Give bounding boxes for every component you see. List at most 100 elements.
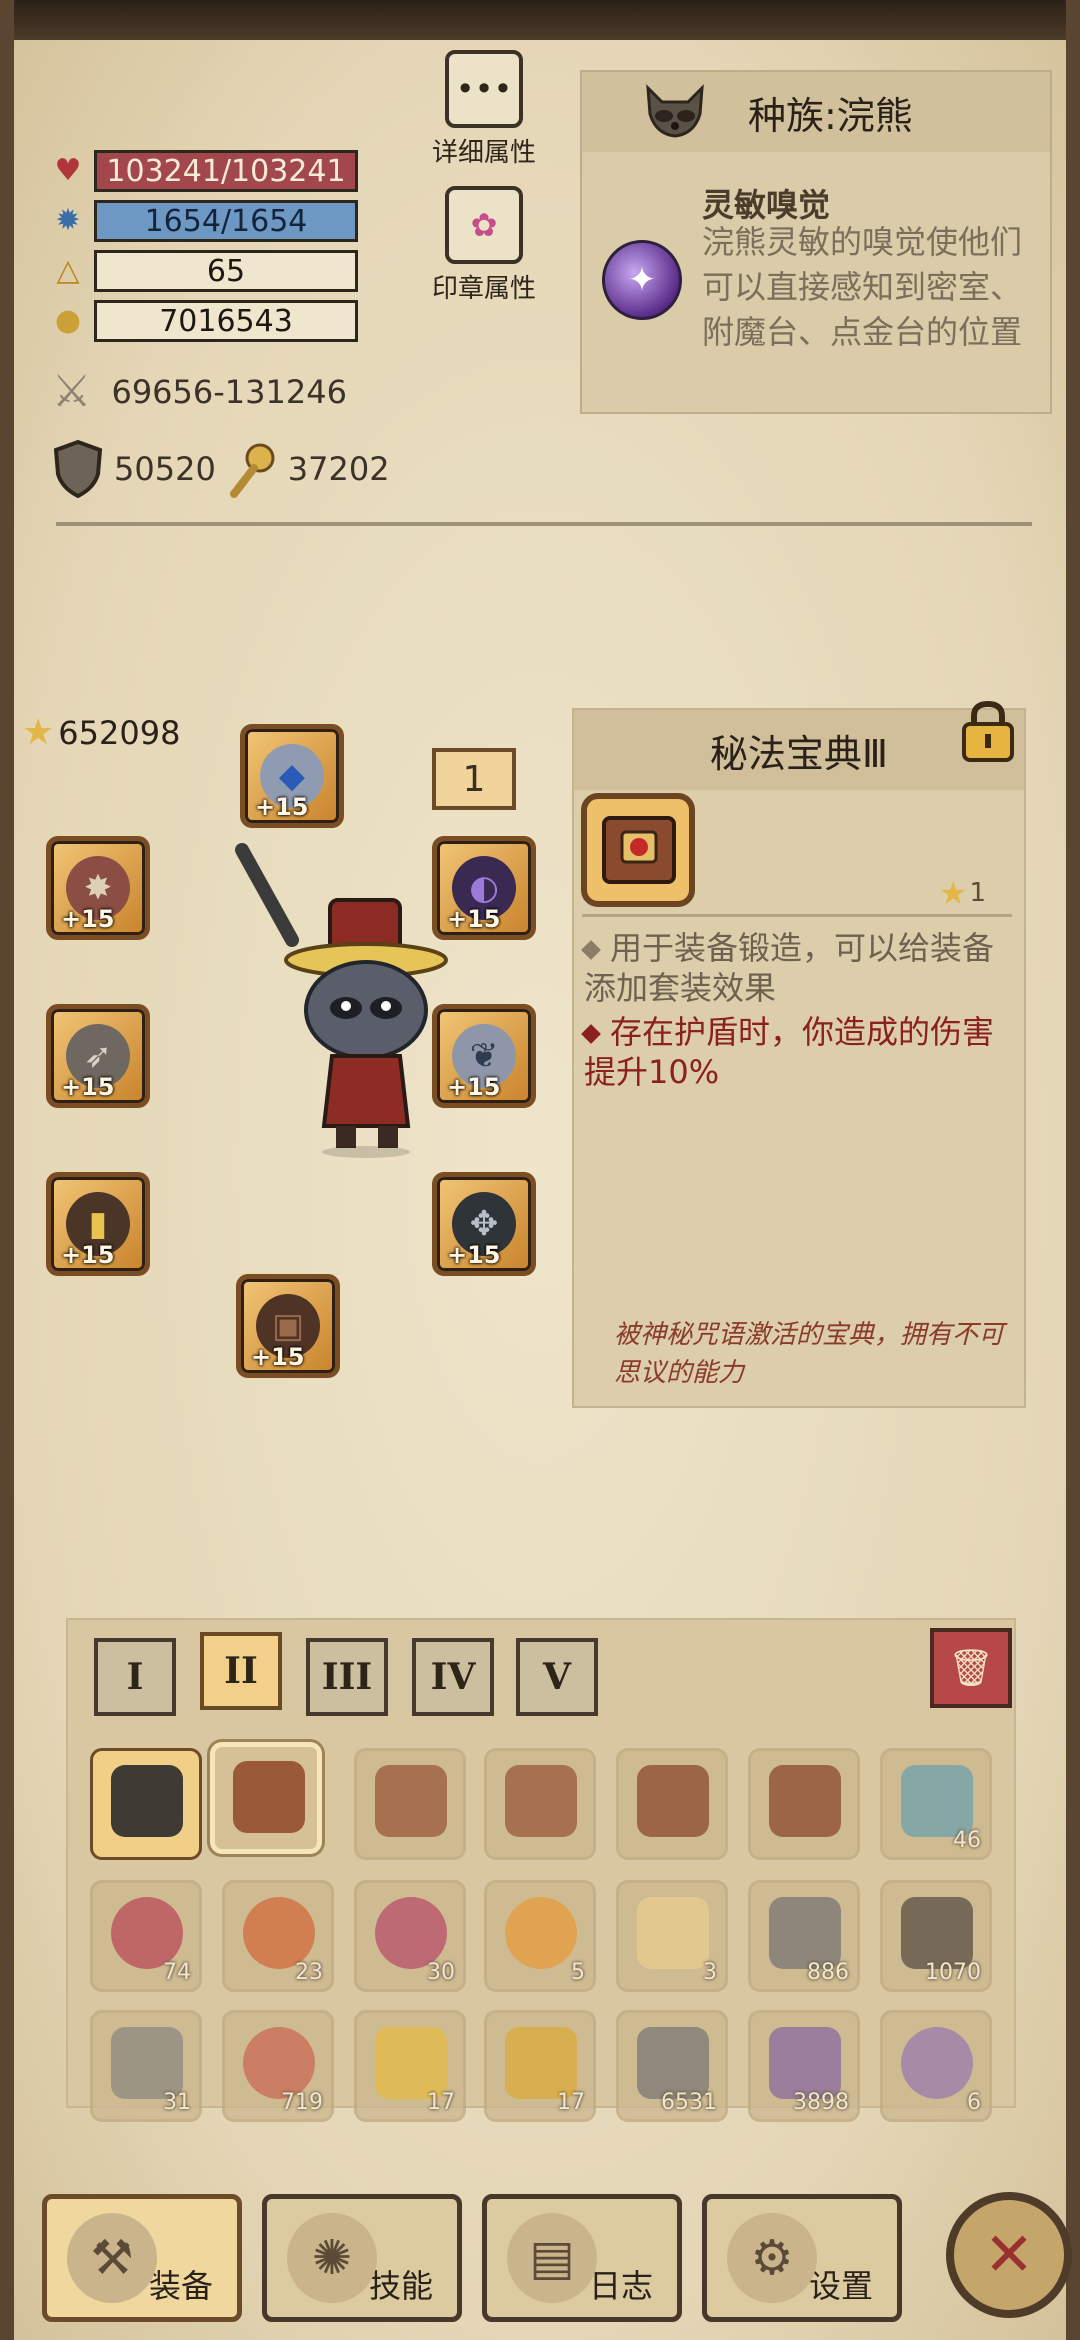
slot-shield[interactable]: ✸ +15: [46, 836, 150, 940]
inventory-cell[interactable]: 6531: [616, 2010, 728, 2122]
bottom-navigation: ⚒ 装备 ✺ 技能 ▤ 日志 ⚙ 设置: [0, 2180, 1080, 2340]
purple-orb-icon: [901, 2027, 973, 2099]
item-separator: [582, 914, 1012, 917]
sort-tools-icon: [111, 1765, 183, 1837]
inventory-cell[interactable]: 886: [748, 1880, 860, 1992]
red-potion-icon: [111, 1897, 183, 1969]
detail-attributes-button[interactable]: ••• 详细属性: [424, 50, 544, 169]
race-title: 种族:浣熊: [748, 93, 913, 138]
gold-row: ● 7016543: [48, 298, 358, 342]
item-detail-panel: 秘法宝典Ⅲ ★ 1 用于装备锻造，可以给装备添加套装效果 存在护盾时，你造成的伤…: [572, 700, 1026, 1408]
race-skill-description: 浣熊灵敏的嗅觉使他们可以直接感知到密室、附魔台、点金台的位置: [702, 223, 1023, 351]
trash-icon: 🗑: [948, 1648, 994, 1689]
seal-attributes-button[interactable]: ✿ 印章属性: [424, 186, 544, 305]
inventory-cell[interactable]: 74: [90, 1880, 202, 1992]
slot-armor[interactable]: ▣ +15: [236, 1274, 340, 1378]
item-count: 6: [967, 2090, 981, 2115]
meat-bowl-icon: [243, 2027, 315, 2099]
item-star-rating: ★ 1: [939, 874, 986, 912]
raccoon-character: [235, 843, 448, 1158]
lock-icon[interactable]: [958, 698, 1018, 764]
close-button[interactable]: ✕: [946, 2192, 1072, 2318]
enhance-level: +15: [447, 1241, 501, 1269]
item-effect-2-text: 存在护盾时，你造成的伤害提升10%: [584, 1013, 995, 1091]
slot-boots[interactable]: ▮ +15: [46, 1172, 150, 1276]
nav-skill-label: 技能: [368, 2267, 433, 2305]
nav-log-label: 日志: [588, 2267, 653, 2305]
inventory-cell[interactable]: [484, 1748, 596, 1860]
inventory-cell[interactable]: 3: [616, 1880, 728, 1992]
mp-row: ✹ 1654/1654: [48, 198, 358, 242]
inventory-tab-5[interactable]: V: [516, 1638, 598, 1716]
inventory-cell-sort[interactable]: [90, 1748, 202, 1860]
inventory-tab-2[interactable]: II: [200, 1632, 282, 1710]
nav-settings-button[interactable]: ⚙ 设置: [702, 2194, 902, 2322]
inventory-tab-1[interactable]: I: [94, 1638, 176, 1716]
slot-weapon[interactable]: ➶ +15: [46, 1004, 150, 1108]
nav-log-button[interactable]: ▤ 日志: [482, 2194, 682, 2322]
inventory-cell[interactable]: 5: [484, 1880, 596, 1992]
nav-skill-button[interactable]: ✺ 技能: [262, 2194, 462, 2322]
inventory-cell[interactable]: [354, 1748, 466, 1860]
inventory-cell[interactable]: 31: [90, 2010, 202, 2122]
attack-row: ⚔ 69656-131246: [52, 366, 347, 417]
item-count: 30: [427, 1960, 455, 1985]
fire-potion-icon: [505, 1897, 577, 1969]
item-effect-2: 存在护盾时，你造成的伤害提升10%: [581, 1012, 1004, 1092]
axe-icon: ⚒: [67, 2213, 157, 2303]
star-icon: ★: [938, 874, 968, 912]
inventory-cell[interactable]: [748, 1748, 860, 1860]
slot-gloves[interactable]: ✥ +15: [432, 1172, 536, 1276]
left-border: [0, 0, 14, 2340]
item-title: 秘法宝典Ⅲ: [574, 710, 1024, 790]
trash-button[interactable]: 🗑: [930, 1628, 1012, 1708]
item-count: 1070: [925, 1960, 981, 1985]
locked-spellbook-icon: [233, 1761, 305, 1833]
inventory-cell[interactable]: 17: [484, 2010, 596, 2122]
enhance-level: +15: [61, 1073, 115, 1101]
detail-attributes-label: 详细属性: [431, 138, 536, 168]
inventory-cell-selected[interactable]: [210, 1742, 322, 1854]
raccoon-icon: [646, 84, 704, 138]
enhance-level: +15: [251, 1343, 305, 1371]
inventory-cell[interactable]: 1070: [880, 1880, 992, 1992]
nav-settings-label: 设置: [808, 2267, 873, 2305]
item-count: 3898: [793, 2090, 849, 2115]
heart-icon: ♥: [54, 152, 82, 188]
sniff-skill-icon: ✦: [602, 240, 682, 320]
right-border: [1066, 0, 1080, 2340]
item-count: 31: [163, 2090, 191, 2115]
scroll-icon: [637, 1897, 709, 1969]
seal-attributes-label: 印章属性: [431, 274, 536, 304]
nav-equip-button[interactable]: ⚒ 装备: [42, 2194, 242, 2322]
hp-value: 103241/103241: [94, 150, 358, 192]
inventory-tab-3[interactable]: III: [306, 1638, 388, 1716]
iron-ingot-icon: [637, 2027, 709, 2099]
item-count: 23: [295, 1960, 323, 1985]
slot-helmet[interactable]: ◆ +15: [240, 724, 344, 828]
inventory-tab-4[interactable]: IV: [412, 1638, 494, 1716]
close-icon: ✕: [983, 2220, 1035, 2290]
top-border: [0, 0, 1080, 40]
inventory-cell[interactable]: 719: [222, 2010, 334, 2122]
inventory-cell[interactable]: 3898: [748, 2010, 860, 2122]
diamond-bullet-icon: [581, 940, 601, 960]
mp-value: 1654/1654: [94, 200, 358, 242]
stone-block-icon: [769, 1897, 841, 1969]
crossed-swords-icon: ⚔: [52, 366, 92, 417]
race-panel: 种族:浣熊 灵敏嗅觉 ✦ 浣熊灵敏的嗅觉使他们可以直接感知到密室、附魔台、点金台…: [580, 70, 1052, 414]
inventory-cell[interactable]: 23: [222, 1880, 334, 1992]
defense-row: 50520 37202: [52, 440, 390, 498]
inventory-cell[interactable]: 17: [354, 2010, 466, 2122]
mana-icon: ✹: [55, 202, 81, 238]
magic-staff-icon: [229, 443, 275, 498]
inventory-cell[interactable]: 30: [354, 1880, 466, 1992]
inventory-cell[interactable]: 46: [880, 1748, 992, 1860]
attack-value: 69656-131246: [111, 372, 347, 411]
purple-crystal-icon: [769, 2027, 841, 2099]
gold-hammer-icon: [505, 2027, 577, 2099]
inventory-cell[interactable]: 6: [880, 2010, 992, 2122]
pink-potion-icon: [375, 1897, 447, 1969]
inventory-cell[interactable]: [616, 1748, 728, 1860]
enhance-level: +15: [61, 1241, 115, 1269]
